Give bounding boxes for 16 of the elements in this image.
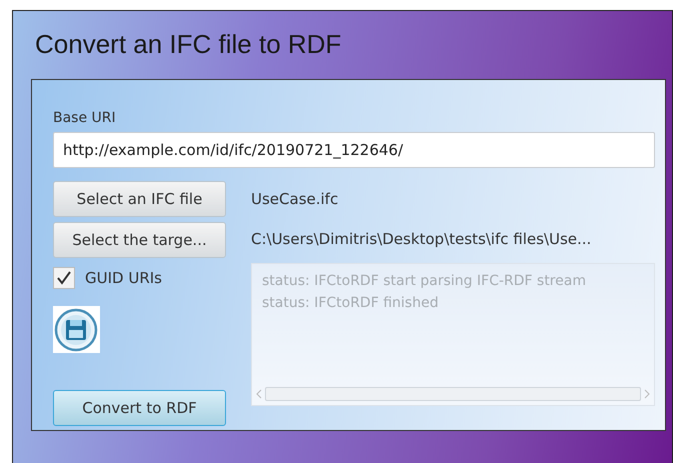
log-line: status: IFCtoRDF finished — [262, 294, 440, 313]
convert-button[interactable]: Convert to RDF — [53, 390, 226, 426]
window-title: Convert an IFC file to RDF — [34, 28, 342, 61]
file-path: UseCase.ifc — [251, 189, 340, 210]
log-line: status: IFCtoRDF start parsing IFC-RDF stream — [262, 272, 587, 291]
select-file-button[interactable]: Select an IFC file — [53, 181, 226, 217]
checkbox[interactable] — [53, 267, 75, 289]
scrollbar-track[interactable] — [265, 387, 641, 401]
save-icon[interactable] — [53, 306, 100, 353]
field-label: Base URI — [53, 110, 117, 128]
file-path: C:\Users\Dimitris\Desktop\tests\ifc files\Use... — [251, 229, 592, 250]
base-uri-field[interactable]: http://example.com/id/ifc/20190721_122646/ — [53, 132, 655, 168]
checkbox-label: GUID URIs — [85, 269, 162, 287]
scroll-left-icon[interactable] — [256, 389, 262, 399]
select-file-button[interactable]: Select the targe... — [53, 222, 226, 258]
scroll-right-icon[interactable] — [644, 389, 650, 399]
